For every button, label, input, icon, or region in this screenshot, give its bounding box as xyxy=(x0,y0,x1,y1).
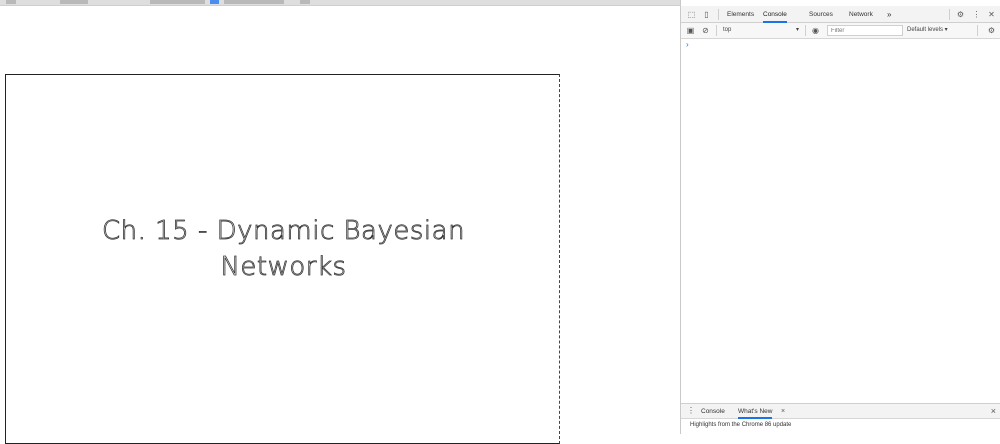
tab-sources[interactable]: Sources xyxy=(809,6,833,23)
device-toolbar-icon[interactable]: ▯ xyxy=(701,9,712,20)
devtools-panel: ⬚ ▯ Elements Console Sources Network » ⚙… xyxy=(680,0,1000,434)
tab-elements[interactable]: Elements xyxy=(727,6,754,23)
settings-icon[interactable]: ⚙ xyxy=(955,9,966,20)
console-sidebar-icon[interactable]: ▣ xyxy=(685,25,696,36)
tab-console[interactable]: Console xyxy=(763,6,787,23)
tab-network[interactable]: Network xyxy=(849,6,873,23)
console-filter-input[interactable] xyxy=(827,25,903,36)
more-menu-icon[interactable]: ⋮ xyxy=(971,9,982,20)
slide-title-line: Networks xyxy=(220,252,347,283)
top-strip-mark xyxy=(150,0,205,4)
inspect-element-icon[interactable]: ⬚ xyxy=(686,9,697,20)
slide-title-line: Ch. 15 - Dynamic Bayesian xyxy=(101,216,466,247)
top-strip-mark-active xyxy=(210,0,219,4)
context-selector[interactable]: top ▾ xyxy=(723,25,799,36)
chevron-down-icon: ▾ xyxy=(795,27,799,33)
more-tabs-icon[interactable]: » xyxy=(887,6,891,23)
console-prompt-icon[interactable]: › xyxy=(686,40,689,49)
devtools-tab-bar: ⬚ ▯ Elements Console Sources Network » ⚙… xyxy=(681,6,1000,23)
live-expression-eye-icon[interactable]: ◉ xyxy=(810,25,821,36)
close-drawer-icon[interactable]: × xyxy=(991,404,996,419)
tab-separator xyxy=(949,9,950,20)
slide-title: Ch. 15 - Dynamic Bayesian Networks xyxy=(6,213,561,285)
tab-separator xyxy=(718,9,719,20)
web-page-viewport: Ch. 15 - Dynamic Bayesian Networks xyxy=(0,6,680,444)
slide: Ch. 15 - Dynamic Bayesian Networks xyxy=(5,74,560,444)
drawer-tab-console[interactable]: Console xyxy=(701,404,725,419)
clear-console-icon[interactable]: ⊘ xyxy=(700,25,711,36)
console-settings-icon[interactable]: ⚙ xyxy=(986,25,997,36)
drawer-menu-icon[interactable]: ⋮ xyxy=(687,406,695,415)
toolbar-separator xyxy=(716,25,717,36)
top-strip-mark xyxy=(6,0,16,4)
whats-new-message: Highlights from the Chrome 86 update xyxy=(690,422,792,428)
drawer-tab-whats-new[interactable]: What's New xyxy=(738,404,773,419)
console-output[interactable]: › xyxy=(681,39,1000,403)
top-strip-mark xyxy=(60,0,88,4)
toolbar-separator xyxy=(977,25,978,36)
console-toolbar: ▣ ⊘ top ▾ ◉ Default levels ▾ ⚙ xyxy=(681,23,1000,39)
log-levels-dropdown[interactable]: Default levels ▾ xyxy=(907,25,965,36)
close-devtools-icon[interactable]: ✕ xyxy=(986,9,997,20)
drawer-tab-bar: ⋮ Console What's New × × xyxy=(681,403,1000,419)
close-tab-icon[interactable]: × xyxy=(781,404,785,419)
toolbar-separator xyxy=(805,25,806,36)
context-selector-value: top xyxy=(723,27,732,33)
top-strip-mark xyxy=(224,0,284,4)
top-strip-mark xyxy=(300,0,310,4)
